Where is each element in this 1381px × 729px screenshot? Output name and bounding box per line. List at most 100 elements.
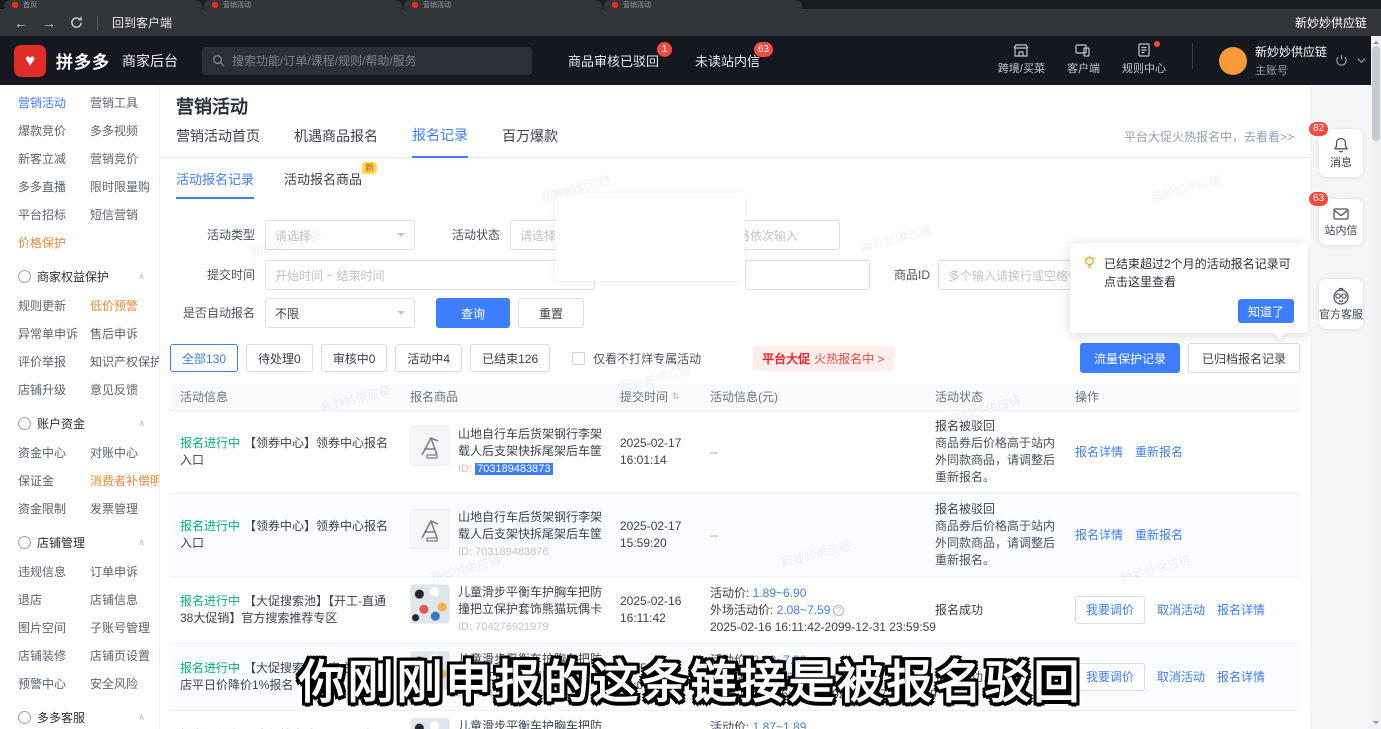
sidebar-item[interactable]: 多多视频 [90,123,159,139]
subtab-activity-records[interactable]: 活动报名记录 [176,169,254,199]
aux-input[interactable] [745,260,870,290]
archived-records-button[interactable]: 已归档报名记录 [1188,343,1300,373]
back-icon[interactable]: ← [14,16,28,30]
sidebar-item[interactable]: 子账号管理 [90,620,159,636]
product-thumbnail[interactable] [410,651,450,691]
sidebar-item[interactable]: 短信营销 [90,207,159,223]
tab-million-hits[interactable]: 百万爆款 [502,126,558,157]
sidebar-item[interactable]: 店铺信息 [90,592,159,608]
messages-entry[interactable]: 82 消息 [1318,128,1364,178]
tab-opportunity-signup[interactable]: 机遇商品报名 [294,126,378,157]
site-mail-entry[interactable]: 63 站内信 [1318,198,1364,246]
product-id[interactable]: ID: 704276921979 [458,686,606,703]
account-menu[interactable]: 新妙妙供应链 主账号 [1219,43,1367,78]
product-thumbnail[interactable] [410,718,450,729]
audit-rejected-link[interactable]: 商品审核已驳回1 [568,51,659,70]
chip-active[interactable]: 活动中4 [395,344,462,372]
traffic-protection-button[interactable]: 流量保护记录 [1080,343,1180,373]
re-signup-link[interactable]: 重新报名 [1135,528,1183,542]
sidebar-item[interactable]: 评价举报 [18,354,90,370]
re-signup-link[interactable]: 重新报名 [1135,445,1183,459]
sidebar-item[interactable]: 消费者补偿明细 [90,473,160,489]
sidebar-item[interactable]: 价格保护 [18,235,90,251]
tab-signup-records[interactable]: 报名记录 [412,125,468,158]
sidebar-item[interactable]: 订单申诉 [90,564,159,580]
search-button[interactable]: 查询 [436,298,510,328]
product-thumbnail[interactable] [410,509,450,549]
product-id[interactable]: ID: 703189483873 [458,461,606,478]
scrollbar[interactable] [1371,36,1381,729]
sidebar-item[interactable]: 爆款竞价 [18,123,90,139]
product-name[interactable]: 儿童滑步平衡车护胸车把防撞把立保护套饰熊猫玩偶卡通公仔把手装 [458,651,606,685]
hot-promo-badge[interactable]: 平台大促火热报名中 > [753,346,893,371]
official-support-entry[interactable]: 官方客服 [1318,278,1364,330]
help-icon[interactable] [833,672,844,683]
cross-border-entry[interactable]: 跨境/买菜 [998,43,1045,76]
sidebar-item[interactable]: 预警中心 [18,676,90,692]
submit-time-range-input[interactable]: 开始时间 ~ 结束时间 [265,260,595,290]
browser-tab[interactable]: 营销活动 [404,0,602,9]
checkbox[interactable] [572,352,585,365]
chip-all[interactable]: 全部130 [170,344,238,372]
browser-tab[interactable]: 营销活动 [604,0,802,9]
subtab-activity-goods[interactable]: 活动报名商品新 [284,169,362,199]
browser-profile-name[interactable]: 新妙妙供应链 [1295,14,1367,31]
sidebar-item[interactable]: 店铺升级 [18,382,90,398]
reset-button[interactable]: 重置 [518,298,584,328]
product-id[interactable]: ID: 703189483876 [458,544,606,561]
product-name[interactable]: 儿童滑步平衡车护胸车把防撞把立保护套饰熊猫玩偶卡通公仔把手装 [458,584,606,618]
col-submit-time[interactable]: 提交时间⇅ [620,388,710,405]
sidebar-item[interactable]: 资金限制 [18,501,90,517]
sidebar-item[interactable]: 营销竞价 [90,151,159,167]
sidebar-item[interactable]: 意见反馈 [90,382,160,398]
sidebar-item[interactable]: 违规信息 [18,564,90,580]
sidebar-item[interactable]: 新客立减 [18,151,90,167]
sidebar-item[interactable]: 退店 [18,592,90,608]
sidebar-section-shop[interactable]: 店铺管理∧ [18,534,145,551]
cancel-activity-link[interactable]: 取消活动 [1157,603,1205,617]
scroll-up-icon[interactable] [1373,38,1379,44]
sidebar-item[interactable]: 安全风险 [90,676,159,692]
product-thumbnail[interactable] [410,426,450,466]
sidebar-item[interactable]: 平台招标 [18,207,90,223]
browser-tab[interactable]: 首页 [4,0,202,9]
sidebar-item[interactable]: 异常单申诉 [18,326,90,342]
adjust-price-button[interactable]: 我要调价 [1075,596,1145,624]
help-icon[interactable] [833,605,844,616]
chip-reviewing[interactable]: 审核中0 [321,344,388,372]
product-name[interactable]: 儿童滑步平衡车护胸车把防撞把立保护套饰熊猫玩偶卡通公仔把手装 [458,718,606,729]
sidebar-item[interactable]: 售后申诉 [90,326,160,342]
sort-icon[interactable]: ⇅ [672,391,680,402]
signup-detail-link[interactable]: 报名详情 [1217,603,1265,617]
auto-signup-select[interactable]: 不限 [265,298,415,328]
client-app-entry[interactable]: 客户端 [1067,43,1100,76]
sidebar-item-marketing-activity[interactable]: 营销活动 [18,95,90,111]
sidebar-item[interactable]: 对账中心 [90,445,160,461]
chip-pending[interactable]: 待处理0 [246,344,313,372]
sidebar-item[interactable]: 保证金 [18,473,90,489]
global-search-input[interactable]: 搜索功能/订单/课程/规则/帮助/服务 [202,47,532,75]
sidebar-section-service[interactable]: 多多客服∧ [18,709,145,726]
chevron-down-icon[interactable] [1356,55,1367,66]
signup-detail-link[interactable]: 报名详情 [1075,528,1123,542]
unread-mail-link[interactable]: 未读站内信63 [695,51,760,70]
sidebar-section-funds[interactable]: 账户资金∧ [18,415,145,432]
sidebar-item[interactable]: 低价预警 [90,298,160,314]
sidebar-item[interactable]: 店铺页设置 [90,648,159,664]
cancel-activity-link[interactable]: 取消活动 [1157,670,1205,684]
browser-tab[interactable]: 营销活动 [204,0,402,9]
sidebar-item[interactable]: 限时限量购 [90,179,159,195]
address-bar[interactable]: 回到客户端 [112,14,172,31]
refresh-icon[interactable] [70,16,83,29]
scrollbar-thumb[interactable] [1372,46,1380,141]
promo-link[interactable]: 平台大促火热报名中，去看看>> [1124,128,1294,157]
signup-detail-link[interactable]: 报名详情 [1075,445,1123,459]
sidebar-item[interactable]: 发票管理 [90,501,160,517]
chip-ended[interactable]: 已结束126 [470,344,550,372]
product-id[interactable]: ID: 704276921979 [458,619,606,636]
signup-detail-link[interactable]: 报名详情 [1217,670,1265,684]
activity-type-select[interactable]: 请选择 [265,220,415,250]
sidebar-item[interactable]: 知识产权保护 [90,354,160,370]
sidebar-item[interactable]: 营销工具 [90,95,159,111]
product-name[interactable]: 山地自行车后货架钢行李架载人后支架快拆尾架后车筐通用骑行装备 [458,509,606,543]
